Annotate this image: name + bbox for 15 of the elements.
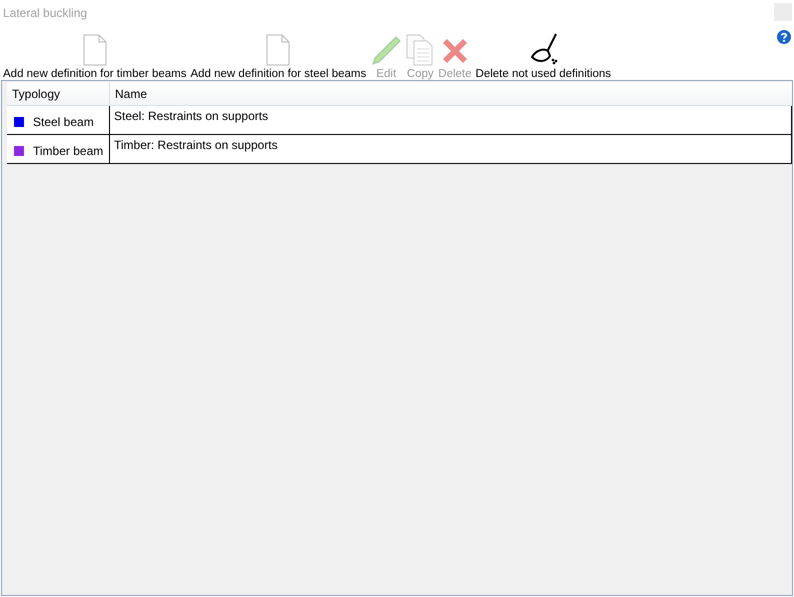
toolbar-button[interactable]: Delete not used definitions [474,30,614,80]
toolbar-button[interactable]: Add new definition for timber beams [1,30,188,80]
help-icon[interactable] [777,30,791,44]
table-cell-text: Timber: Restraints on supports [113,137,279,154]
typology-text: Timber beam [33,144,104,158]
document-icon [266,34,290,66]
column-header[interactable]: Name [110,82,792,105]
table-cell-text: Steel: Restraints on supports [113,108,270,125]
column-header[interactable]: Typology [7,82,110,105]
document-icon [82,34,107,66]
typology-text: Steel beam [33,114,94,128]
pencil-icon [370,34,402,66]
window-title: Lateral buckling [3,6,88,20]
copy-icon [406,34,434,66]
toolbar-button[interactable]: Add new definition for steel beams [188,30,368,80]
